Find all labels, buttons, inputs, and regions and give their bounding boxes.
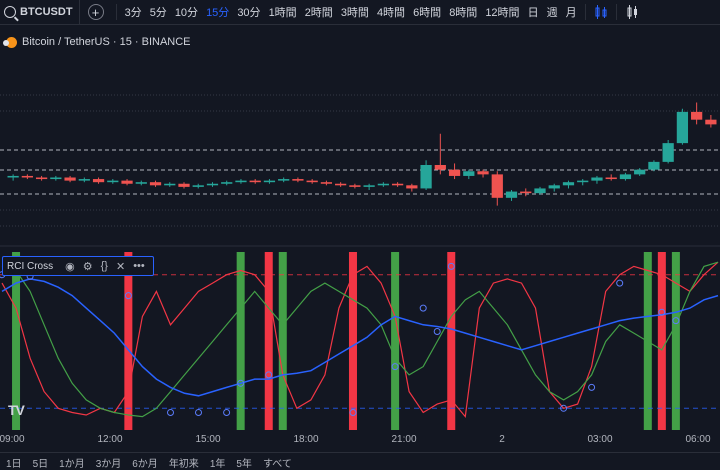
grid <box>0 94 720 227</box>
candle-body <box>64 177 76 181</box>
candle-body <box>463 171 475 176</box>
signal-bar-sell <box>264 252 273 430</box>
more-icon[interactable]: ••• <box>133 260 145 272</box>
candle-body <box>249 180 261 183</box>
price-pane <box>7 102 717 206</box>
candle-body <box>78 179 90 181</box>
signal-bars <box>12 252 680 430</box>
candle-body <box>363 185 375 187</box>
candle-body <box>221 182 233 184</box>
candle-body <box>349 185 361 187</box>
candle-body <box>634 169 646 175</box>
range-6m[interactable]: 6か月 <box>126 453 163 470</box>
signal-bar-sell <box>657 252 666 430</box>
x-tick: 06:00 <box>685 434 711 445</box>
range-5y[interactable]: 5年 <box>230 453 257 470</box>
candle-body <box>263 180 276 183</box>
x-tick: 21:00 <box>391 434 417 445</box>
candle-body <box>520 191 532 194</box>
candle-body <box>477 171 489 175</box>
time-axis[interactable]: 09:00 12:00 15:00 18:00 21:00 2 03:00 06… <box>0 428 720 450</box>
cross-marker <box>588 383 596 391</box>
candle-body <box>406 185 418 189</box>
eye-icon[interactable]: ◉ <box>65 260 75 273</box>
rci-line-1 <box>1 261 719 419</box>
candle-body <box>505 191 518 198</box>
range-3m[interactable]: 3か月 <box>90 453 127 470</box>
candle-body <box>320 182 333 184</box>
candle-body <box>278 179 290 181</box>
candle-body <box>676 111 689 144</box>
candle-body <box>577 180 589 183</box>
candle-body <box>149 182 162 186</box>
candle-body <box>92 179 105 183</box>
close-icon[interactable]: ✕ <box>116 260 125 273</box>
candle-body <box>491 174 503 198</box>
cross-marker <box>616 279 624 287</box>
x-tick: 18:00 <box>293 434 319 445</box>
range-ytd[interactable]: 年初来 <box>163 453 204 470</box>
candle-body <box>35 177 48 180</box>
candle-body <box>662 143 674 162</box>
braces-icon[interactable]: {} <box>101 260 108 272</box>
range-all[interactable]: すべて <box>257 453 297 470</box>
candle-body <box>377 183 389 186</box>
candle-body <box>235 180 247 183</box>
range-bar: 1日 5日 1か月 3か月 6か月 年初来 1年 5年 すべて <box>0 452 720 470</box>
indicator-legend[interactable]: RCI Cross ◉ ⚙ {} ✕ ••• <box>2 256 154 276</box>
signal-bar-buy <box>391 252 400 430</box>
gear-icon[interactable]: ⚙ <box>83 260 93 273</box>
candle-body <box>335 183 347 186</box>
candle-body <box>192 185 204 187</box>
range-1d[interactable]: 1日 <box>0 453 27 470</box>
x-tick: 15:00 <box>195 434 221 445</box>
candle-body <box>164 183 176 186</box>
candle-body <box>534 188 546 194</box>
rci-line-3 <box>1 278 719 397</box>
candle-body <box>7 175 19 178</box>
range-1y[interactable]: 1年 <box>204 453 231 470</box>
signal-bar-sell <box>124 252 133 430</box>
range-5d[interactable]: 5日 <box>27 453 54 470</box>
signal-bar-buy <box>236 252 245 430</box>
candle-body <box>391 183 404 186</box>
candle-body <box>178 183 190 187</box>
x-tick: 12:00 <box>97 434 123 445</box>
candle-body <box>548 185 560 189</box>
tradingview-logo: TV <box>8 402 25 418</box>
cross-marker <box>419 304 427 312</box>
x-tick: 2 <box>499 434 505 445</box>
candle-body <box>434 165 446 170</box>
x-tick: 03:00 <box>587 434 613 445</box>
candle-body <box>50 177 62 180</box>
candle-body <box>135 182 147 184</box>
rci-lines <box>0 261 719 419</box>
indicator-name: RCI Cross <box>7 260 54 272</box>
cross-marker <box>433 328 441 335</box>
cross-marker <box>167 409 174 416</box>
candle-body <box>705 119 717 125</box>
cross-marker <box>195 409 202 416</box>
range-1m[interactable]: 1か月 <box>53 453 90 470</box>
candle-body <box>121 180 133 184</box>
signal-bar-buy <box>278 252 287 430</box>
chart-canvas[interactable] <box>0 0 720 466</box>
x-tick: 09:00 <box>0 434 25 445</box>
candle-body <box>292 179 304 181</box>
candle-body <box>448 169 461 176</box>
candle-body <box>306 180 318 183</box>
candle-body <box>619 174 632 180</box>
candle-body <box>648 161 660 170</box>
candle-body <box>107 180 119 183</box>
candle-body <box>605 177 617 180</box>
candle-body <box>420 165 432 189</box>
signal-bar-sell <box>348 252 357 430</box>
candle-body <box>206 183 219 186</box>
cross-marker <box>223 409 231 416</box>
signal-bar-buy <box>671 252 680 430</box>
candle-body <box>691 111 703 120</box>
candle-body <box>562 182 575 186</box>
candle-body <box>591 177 603 181</box>
candle-body <box>21 175 33 178</box>
